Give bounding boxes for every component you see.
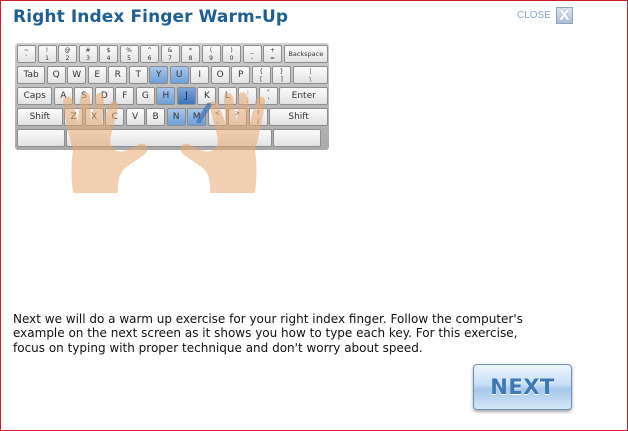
- key-7: & 7: [160, 45, 180, 63]
- close-icon[interactable]: X: [555, 7, 573, 24]
- key-A: A: [53, 87, 73, 105]
- next-button[interactable]: NEXT: [473, 364, 572, 410]
- key-M: M: [187, 108, 207, 126]
- key-B: B: [146, 108, 166, 126]
- key-blank: [273, 129, 321, 147]
- key-Shift: Shift: [269, 108, 329, 126]
- next-button-label: NEXT: [490, 375, 555, 399]
- key-R: R: [108, 66, 128, 84]
- key-W: W: [67, 66, 87, 84]
- key-Backspace: Backspace: [283, 45, 329, 63]
- key-[: {[: [251, 66, 271, 84]
- key-T: T: [128, 66, 148, 84]
- key-1: ! 1: [37, 45, 57, 63]
- key-\: | \: [292, 66, 329, 84]
- key-S: S: [74, 87, 94, 105]
- key-3: #3: [78, 45, 98, 63]
- key-D: D: [94, 87, 114, 105]
- key-V: V: [125, 108, 145, 126]
- key-`: ~ `: [17, 45, 36, 63]
- key-U: U: [169, 66, 189, 84]
- key-9: (9: [201, 45, 221, 63]
- key-G: G: [135, 87, 155, 105]
- key-]: }]: [272, 66, 292, 84]
- close-button[interactable]: CLOSE X: [517, 7, 573, 24]
- key-F: F: [115, 87, 135, 105]
- key-6: ^ 6: [140, 45, 159, 63]
- key-=: + =: [263, 45, 282, 63]
- key-Caps: Caps: [17, 87, 53, 105]
- key-J: J: [176, 87, 196, 105]
- key-Q: Q: [46, 66, 66, 84]
- key-L: L: [217, 87, 237, 105]
- key-/: ? /: [248, 108, 268, 126]
- page-title: Right Index Finger Warm-Up: [13, 7, 289, 27]
- dialog-frame: Right Index Finger Warm-Up CLOSE X ~ `! 1 @…: [0, 0, 628, 431]
- key-5: % 5: [119, 45, 139, 63]
- key-H: H: [156, 87, 176, 105]
- key-X: X: [84, 108, 104, 126]
- key-P: P: [231, 66, 251, 84]
- instructions-text: Next we will do a warm up exercise for y…: [13, 312, 523, 355]
- key-Z: Z: [64, 108, 84, 126]
- key-0: ) 0: [222, 45, 241, 63]
- key-;: :;: [238, 87, 258, 105]
- keyboard-illustration: ~ `! 1 @2 #3 $4% 5 ^ 6 & 7 * 8(9) 0 _ - + = Backspace Tab Q W…: [15, 43, 329, 196]
- key-.: >.: [228, 108, 248, 126]
- key-2: @2: [58, 45, 77, 63]
- key-Shift: Shift: [17, 108, 63, 126]
- keyboard: ~ `! 1 @2 #3 $4% 5 ^ 6 & 7 * 8(9) 0 _ - + = Backspace Tab Q W…: [15, 43, 329, 150]
- key-Y: Y: [149, 66, 169, 84]
- key-K: K: [197, 87, 217, 105]
- key-Tab: Tab: [17, 66, 46, 84]
- close-label: CLOSE: [517, 10, 551, 21]
- key-blank: [17, 129, 65, 147]
- key-8: * 8: [181, 45, 200, 63]
- key-Enter: Enter: [279, 87, 329, 105]
- key-N: N: [166, 108, 186, 126]
- key-4: $4: [99, 45, 118, 63]
- key-': " ': [258, 87, 278, 105]
- key-C: C: [105, 108, 125, 126]
- key-I: I: [190, 66, 210, 84]
- key--: _ -: [242, 45, 262, 63]
- key-,: <,: [207, 108, 227, 126]
- key-E: E: [87, 66, 107, 84]
- key-blank: [66, 129, 272, 147]
- key-O: O: [210, 66, 230, 84]
